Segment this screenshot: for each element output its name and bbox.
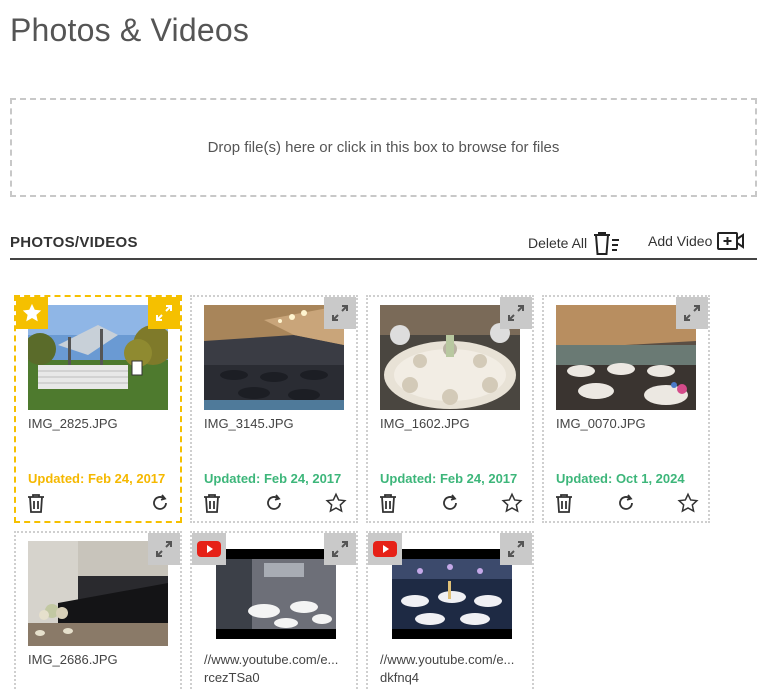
- photo-thumbnail[interactable]: [380, 305, 520, 410]
- video-url-line2: rcezTSa0: [204, 670, 260, 685]
- rotate-icon[interactable]: [614, 491, 638, 515]
- file-name: IMG_2686.JPG: [28, 652, 118, 667]
- photo-thumbnail[interactable]: [556, 305, 696, 410]
- add-video-button[interactable]: Add Video: [648, 230, 746, 252]
- youtube-icon: [368, 533, 402, 565]
- trash-icon[interactable]: [200, 491, 224, 515]
- star-outline-icon[interactable]: [676, 491, 700, 515]
- media-card[interactable]: IMG_2825.JPG Updated: Feb 24, 2017: [14, 295, 182, 523]
- photo-thumbnail[interactable]: [204, 305, 344, 410]
- media-card[interactable]: IMG_2686.JPG: [14, 531, 182, 691]
- updated-date: Updated: Feb 24, 2017: [28, 471, 166, 486]
- featured-star-icon: [16, 297, 48, 329]
- trash-list-icon: [591, 230, 621, 256]
- star-outline-icon[interactable]: [324, 491, 348, 515]
- youtube-icon: [192, 533, 226, 565]
- video-add-icon: [716, 230, 746, 252]
- section-header: PHOTOS/VIDEOS Delete All Add Video: [10, 228, 757, 260]
- expand-icon[interactable]: [500, 533, 532, 565]
- photo-thumbnail[interactable]: [28, 305, 168, 410]
- trash-icon[interactable]: [376, 491, 400, 515]
- updated-date: Updated: Feb 24, 2017: [380, 471, 518, 486]
- updated-date: Updated: Feb 24, 2017: [204, 471, 342, 486]
- rotate-icon[interactable]: [262, 491, 286, 515]
- file-name: IMG_2825.JPG: [28, 416, 118, 431]
- expand-icon[interactable]: [500, 297, 532, 329]
- star-outline-icon[interactable]: [500, 491, 524, 515]
- delete-all-button[interactable]: Delete All: [528, 230, 621, 256]
- expand-icon[interactable]: [324, 533, 356, 565]
- video-url: //www.youtube.com/e... dkfnq4: [380, 651, 514, 687]
- media-card[interactable]: //www.youtube.com/e... dkfnq4: [366, 531, 534, 691]
- expand-icon[interactable]: [324, 297, 356, 329]
- media-card[interactable]: IMG_0070.JPG Updated: Oct 1, 2024: [542, 295, 710, 523]
- dropzone-text: Drop file(s) here or click in this box t…: [207, 139, 560, 156]
- file-dropzone[interactable]: Drop file(s) here or click in this box t…: [10, 98, 757, 197]
- add-video-label: Add Video: [648, 233, 713, 249]
- expand-icon[interactable]: [148, 533, 180, 565]
- trash-icon[interactable]: [552, 491, 576, 515]
- video-url: //www.youtube.com/e... rcezTSa0: [204, 651, 338, 687]
- trash-icon[interactable]: [24, 491, 48, 515]
- video-url-line1: //www.youtube.com/e...: [204, 652, 339, 667]
- expand-icon[interactable]: [148, 297, 180, 329]
- photo-thumbnail[interactable]: [28, 541, 168, 646]
- rotate-icon[interactable]: [438, 491, 462, 515]
- rotate-icon[interactable]: [148, 491, 172, 515]
- delete-all-label: Delete All: [528, 235, 588, 251]
- file-name: IMG_3145.JPG: [204, 416, 294, 431]
- media-card[interactable]: IMG_1602.JPG Updated: Feb 24, 2017: [366, 295, 534, 523]
- video-url-line2: dkfnq4: [380, 670, 420, 685]
- section-title: PHOTOS/VIDEOS: [10, 234, 138, 251]
- expand-icon[interactable]: [676, 297, 708, 329]
- media-card[interactable]: IMG_3145.JPG Updated: Feb 24, 2017: [190, 295, 358, 523]
- page-title: Photos & Videos: [10, 12, 250, 48]
- file-name: IMG_1602.JPG: [380, 416, 470, 431]
- media-card[interactable]: //www.youtube.com/e... rcezTSa0: [190, 531, 358, 691]
- video-url-line1: //www.youtube.com/e...: [380, 652, 515, 667]
- updated-date: Updated: Oct 1, 2024: [556, 471, 685, 486]
- file-name: IMG_0070.JPG: [556, 416, 646, 431]
